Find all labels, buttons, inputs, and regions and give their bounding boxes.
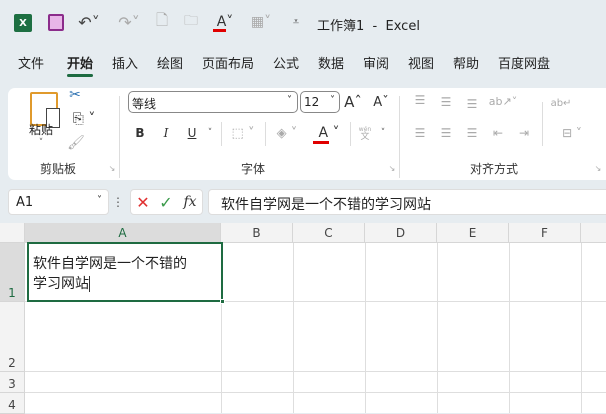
font-size-select[interactable]: 12 ˅ bbox=[300, 91, 340, 113]
name-box[interactable]: A1 ˅ bbox=[8, 189, 109, 215]
window-title: 工作簿1 - Excel bbox=[317, 19, 420, 34]
row-header-3[interactable]: 3 bbox=[0, 372, 25, 393]
alignment-launcher-icon[interactable]: ↘ bbox=[594, 164, 602, 173]
alignment-group-label: 对齐方式 bbox=[470, 162, 519, 176]
undo-icon[interactable]: ↶˅ bbox=[76, 12, 102, 32]
tab-help[interactable]: 帮助 bbox=[453, 53, 479, 72]
tab-insert[interactable]: 插入 bbox=[112, 53, 138, 72]
decrease-indent-icon[interactable]: ⇤ bbox=[490, 124, 506, 142]
text-cursor bbox=[89, 276, 90, 292]
open-folder-icon[interactable]: 🗀 bbox=[180, 12, 202, 32]
tab-formulas[interactable]: 公式 bbox=[273, 53, 299, 72]
customize-qat-icon[interactable]: ⩡ bbox=[290, 12, 302, 32]
phonetic-guide-icon[interactable]: wén 文 bbox=[356, 122, 374, 146]
fill-color-icon[interactable]: ◈ ˅ bbox=[270, 122, 304, 144]
formula-bar-options-icon[interactable]: ⋮ bbox=[112, 192, 124, 212]
increase-indent-icon[interactable]: ⇥ bbox=[516, 124, 532, 142]
font-color-qat-icon[interactable]: A˅ bbox=[210, 11, 240, 33]
row-header-1[interactable]: 1 bbox=[0, 243, 25, 302]
wrap-text-icon[interactable]: ab↵ bbox=[551, 92, 572, 114]
cell-a1[interactable]: 软件自学网是一个不错的 学习网站 bbox=[27, 242, 225, 304]
top-align-icon[interactable]: ☰ bbox=[412, 92, 428, 108]
copy-icon[interactable]: ⎘ ˅ bbox=[66, 110, 102, 128]
merge-center-icon[interactable]: ⊟ ˅ bbox=[552, 124, 592, 142]
orientation-icon[interactable]: ab↗˅ bbox=[488, 92, 518, 110]
paste-button[interactable]: 粘贴 bbox=[29, 121, 53, 138]
column-header-a[interactable]: A bbox=[25, 223, 221, 243]
align-left-icon[interactable]: ☰ bbox=[412, 124, 428, 142]
format-painter-icon[interactable]: 🖌 bbox=[67, 134, 85, 152]
tab-baidu-netdisk[interactable]: 百度网盘 bbox=[498, 53, 550, 72]
bold-button[interactable]: B bbox=[133, 124, 147, 142]
column-header-e[interactable]: E bbox=[437, 223, 509, 243]
excel-logo-icon: X bbox=[14, 14, 32, 32]
tab-view[interactable]: 视图 bbox=[408, 53, 434, 72]
increase-font-size-icon[interactable]: Aˆ bbox=[344, 92, 362, 112]
select-all-button[interactable] bbox=[0, 223, 25, 243]
bottom-align-icon[interactable]: ☰ bbox=[464, 96, 480, 112]
new-file-icon[interactable]: 🗋 bbox=[154, 11, 170, 32]
row-header-2[interactable]: 2 bbox=[0, 302, 25, 372]
column-header-g bbox=[581, 223, 606, 243]
tab-page-layout[interactable]: 页面布局 bbox=[202, 53, 254, 72]
column-header-d[interactable]: D bbox=[365, 223, 437, 243]
enter-icon[interactable]: ✓ bbox=[157, 192, 175, 212]
font-name-select[interactable]: 等线 ˅ bbox=[128, 91, 298, 113]
borders-qat-icon[interactable]: ▦˅ bbox=[246, 12, 276, 32]
redo-icon[interactable]: ↷˅ bbox=[116, 12, 142, 32]
underline-dropdown-icon[interactable]: ˅ bbox=[205, 126, 215, 140]
cut-icon[interactable]: ✂ bbox=[67, 86, 83, 104]
paste-dropdown-icon[interactable]: ˅ bbox=[36, 138, 46, 148]
tab-review[interactable]: 审阅 bbox=[363, 53, 389, 72]
phonetic-dropdown-icon[interactable]: ˅ bbox=[378, 126, 388, 140]
borders-icon[interactable]: ⬚ ˅ bbox=[226, 124, 260, 142]
align-center-icon[interactable]: ☰ bbox=[438, 124, 454, 142]
underline-button[interactable]: U bbox=[185, 124, 199, 142]
font-group-label: 字体 bbox=[241, 162, 266, 176]
italic-button[interactable]: I bbox=[159, 124, 173, 142]
font-color-icon[interactable]: A ˅ bbox=[312, 122, 346, 144]
clipboard-group-label: 剪贴板 bbox=[40, 162, 77, 176]
row-header-4[interactable]: 4 bbox=[0, 393, 25, 414]
tab-file[interactable]: 文件 bbox=[18, 53, 44, 72]
clipboard-launcher-icon[interactable]: ↘ bbox=[108, 164, 116, 173]
tab-draw[interactable]: 绘图 bbox=[157, 53, 183, 72]
font-launcher-icon[interactable]: ↘ bbox=[388, 164, 396, 173]
middle-align-icon[interactable]: ☰ bbox=[438, 94, 454, 110]
tab-home[interactable]: 开始 bbox=[67, 53, 94, 77]
align-right-icon[interactable]: ☰ bbox=[464, 124, 480, 142]
tab-data[interactable]: 数据 bbox=[318, 53, 344, 72]
decrease-font-size-icon[interactable]: Aˇ bbox=[372, 92, 390, 112]
column-header-c[interactable]: C bbox=[293, 223, 365, 243]
column-header-b[interactable]: B bbox=[221, 223, 293, 243]
insert-function-button[interactable]: fx bbox=[181, 192, 199, 212]
worksheet-grid[interactable]: A B C D E F 1 2 3 4 软件自学网是一个不错的 学习网站 bbox=[0, 223, 606, 414]
save-icon[interactable] bbox=[48, 14, 64, 31]
cancel-icon[interactable]: ✕ bbox=[134, 192, 152, 212]
fill-handle[interactable] bbox=[220, 299, 225, 304]
column-header-f[interactable]: F bbox=[509, 223, 581, 243]
formula-input[interactable]: 软件自学网是一个不错的学习网站 bbox=[208, 189, 606, 215]
